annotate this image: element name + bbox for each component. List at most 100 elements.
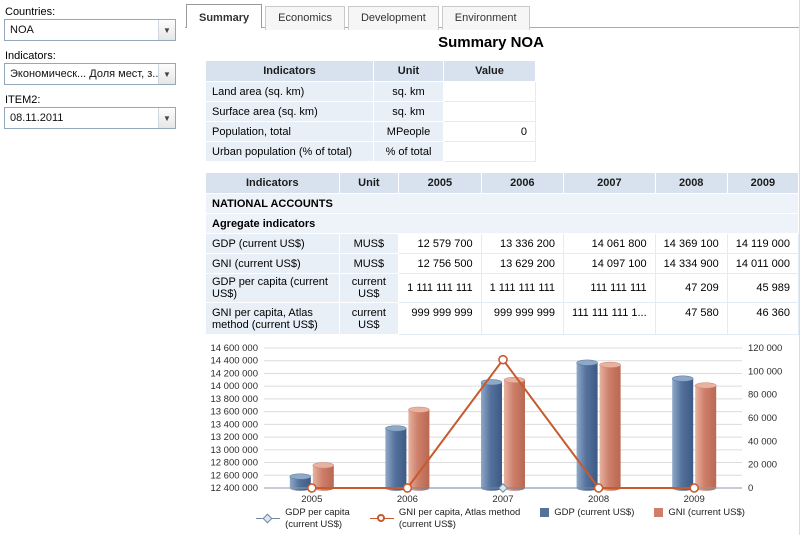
section-row-national-accounts: NATIONAL ACCOUNTS: [206, 194, 799, 214]
value-cell: [444, 142, 536, 162]
unit-cell: % of total: [374, 142, 444, 162]
table-row: GDP per capita (current US$) current US$…: [206, 274, 799, 303]
table-row: GDP (current US$) MUS$ 12 579 700 13 336…: [206, 234, 799, 254]
tab-economics[interactable]: Economics: [265, 6, 345, 30]
legend-item-gni-per-capita-atlas: GNI per capita, Atlas method (current US…: [370, 507, 520, 531]
value-cell: 14 119 000: [727, 234, 798, 254]
value-cell: 46 360: [727, 303, 798, 335]
tab-environment[interactable]: Environment: [442, 6, 530, 30]
unit-cell: sq. km: [374, 82, 444, 102]
svg-text:2006: 2006: [397, 494, 418, 505]
table-header-row: Indicators Unit Value: [206, 61, 536, 82]
indicators-dropdown[interactable]: Экономическ... Доля мест, з... (1374) ▼: [4, 63, 176, 85]
svg-text:12 400 000: 12 400 000: [210, 483, 258, 494]
unit-cell: MUS$: [339, 254, 399, 274]
col-header-indicators: Indicators: [206, 173, 340, 194]
value-cell: [444, 102, 536, 122]
value-cell: 45 989: [727, 274, 798, 303]
svg-text:2008: 2008: [588, 494, 609, 505]
unit-cell: MPeople: [374, 122, 444, 142]
col-header-2009: 2009: [727, 173, 798, 194]
indicator-cell: Surface area (sq. km): [206, 102, 374, 122]
col-header-value: Value: [444, 61, 536, 82]
col-header-2006: 2006: [481, 173, 563, 194]
value-cell: 47 580: [655, 303, 727, 335]
table-row: Population, total MPeople 0: [206, 122, 536, 142]
value-cell: 13 336 200: [481, 234, 563, 254]
value-cell: 13 629 200: [481, 254, 563, 274]
value-cell: 111 111 111 1...: [564, 303, 656, 335]
gdp-gni-combo-chart: 12 400 00012 600 00012 800 00013 000 000…: [198, 340, 796, 512]
unit-cell: MUS$: [339, 234, 399, 254]
table-header-row: Indicators Unit 2005 2006 2007 2008 2009: [206, 173, 799, 194]
item2-dropdown-value: 08.11.2011: [5, 112, 158, 124]
table-row: Land area (sq. km) sq. km: [206, 82, 536, 102]
indicator-cell: GNI per capita, Atlas method (current US…: [206, 303, 340, 335]
legend-label: GDP per capita: [285, 507, 350, 518]
value-cell: 12 579 700: [399, 234, 481, 254]
section-label: Agregate indicators: [206, 214, 799, 234]
value-cell: 999 999 999: [481, 303, 563, 335]
col-header-unit: Unit: [339, 173, 399, 194]
table-row: Surface area (sq. km) sq. km: [206, 102, 536, 122]
svg-text:14 000 000: 14 000 000: [210, 381, 258, 392]
square-marker-icon: [540, 508, 549, 517]
tab-development[interactable]: Development: [348, 6, 439, 30]
indicator-cell: GDP (current US$): [206, 234, 340, 254]
svg-text:40 000: 40 000: [748, 436, 777, 447]
value-cell: 1 111 111 111: [399, 274, 481, 303]
svg-text:14 400 000: 14 400 000: [210, 356, 258, 367]
circle-marker-icon: [370, 514, 394, 524]
value-cell: 14 061 800: [564, 234, 656, 254]
col-header-unit: Unit: [374, 61, 444, 82]
diamond-marker-icon: [256, 514, 280, 524]
table-row: Urban population (% of total) % of total: [206, 142, 536, 162]
tab-bar: Summary Economics Development Environmen…: [186, 4, 533, 28]
countries-label: Countries:: [5, 6, 55, 18]
value-cell: [444, 82, 536, 102]
legend-label: GDP (current US$): [554, 507, 634, 519]
svg-text:2005: 2005: [301, 494, 322, 505]
item2-label: ITEM2:: [5, 94, 40, 106]
value-cell: 0: [444, 122, 536, 142]
value-cell: 12 756 500: [399, 254, 481, 274]
app-window: Countries: NOA ▼ Indicators: Экономическ…: [0, 0, 800, 535]
table-row: GNI per capita, Atlas method (current US…: [206, 303, 799, 335]
section-row-agregate-indicators: Agregate indicators: [206, 214, 799, 234]
indicator-cell: Land area (sq. km): [206, 82, 374, 102]
countries-dropdown[interactable]: NOA ▼: [4, 19, 176, 41]
col-header-2005: 2005: [399, 173, 481, 194]
unit-cell: sq. km: [374, 102, 444, 122]
section-label: NATIONAL ACCOUNTS: [206, 194, 799, 214]
tab-summary[interactable]: Summary: [186, 4, 262, 28]
legend-label: (current US$): [399, 519, 456, 530]
square-marker-icon: [654, 508, 663, 517]
item2-dropdown[interactable]: 08.11.2011 ▼: [4, 107, 176, 129]
svg-text:60 000: 60 000: [748, 413, 777, 424]
svg-text:0: 0: [748, 483, 753, 494]
unit-cell: current US$: [339, 274, 399, 303]
value-cell: 47 209: [655, 274, 727, 303]
col-header-indicators: Indicators: [206, 61, 374, 82]
indicator-cell: Urban population (% of total): [206, 142, 374, 162]
svg-text:2007: 2007: [492, 494, 513, 505]
value-cell: 1 111 111 111: [481, 274, 563, 303]
chevron-down-icon: ▼: [158, 108, 175, 128]
col-header-2008: 2008: [655, 173, 727, 194]
value-cell: 111 111 111: [564, 274, 656, 303]
unit-cell: current US$: [339, 303, 399, 335]
col-header-2007: 2007: [564, 173, 656, 194]
svg-text:12 600 000: 12 600 000: [210, 470, 258, 481]
svg-text:13 600 000: 13 600 000: [210, 407, 258, 418]
svg-text:100 000: 100 000: [748, 366, 782, 377]
indicators-dropdown-value: Экономическ... Доля мест, з... (1374): [5, 68, 158, 80]
svg-text:80 000: 80 000: [748, 390, 777, 401]
legend-item-gni: GNI (current US$): [654, 507, 745, 519]
value-cell: 14 334 900: [655, 254, 727, 274]
table-row: GNI (current US$) MUS$ 12 756 500 13 629…: [206, 254, 799, 274]
value-cell: 14 369 100: [655, 234, 727, 254]
indicator-cell: GDP per capita (current US$): [206, 274, 340, 303]
value-table: Indicators Unit Value Land area (sq. km)…: [205, 60, 536, 162]
svg-text:14 600 000: 14 600 000: [210, 343, 258, 354]
legend-item-gdp-per-capita: GDP per capita (current US$): [256, 507, 350, 531]
